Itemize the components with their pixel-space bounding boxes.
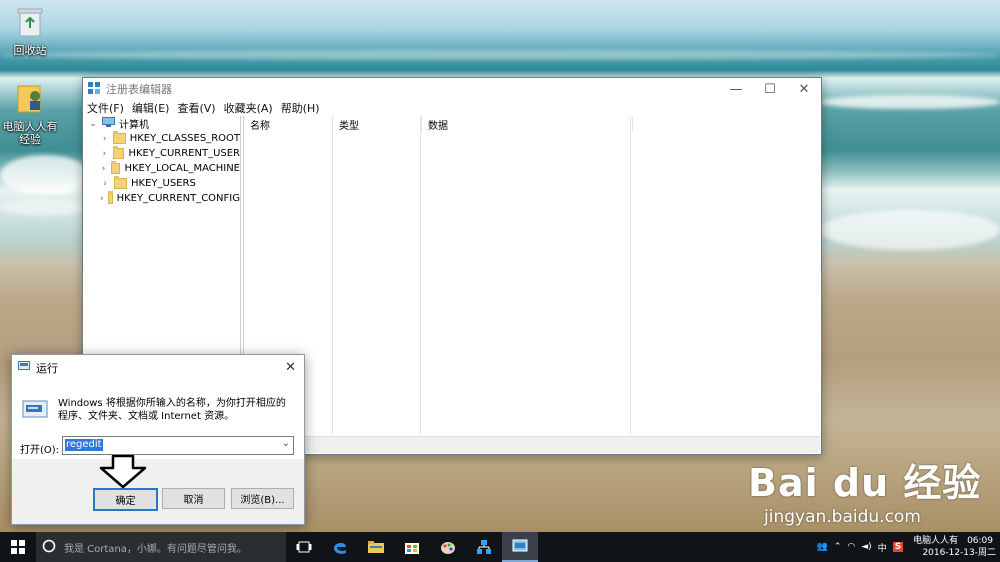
annotation-arrow-icon	[97, 454, 149, 492]
tree-root-label: 计算机	[119, 120, 149, 131]
watermark-url: jingyan.baidu.com	[764, 507, 921, 527]
menu-file[interactable]: 文件(F)	[87, 100, 124, 116]
menu-view[interactable]: 查看(V)	[177, 100, 215, 116]
tree-item-hku[interactable]: › HKEY_USERS	[84, 176, 240, 191]
list-header: 名称 类型 数据	[244, 116, 820, 132]
user-folder-shortcut[interactable]: 电脑人人有经验	[0, 82, 60, 146]
maximize-button[interactable]: ☐	[753, 78, 787, 100]
cortana-placeholder: 我是 Cortana，小娜。有问题尽管问我。	[64, 543, 247, 555]
expand-chevron-icon[interactable]: ›	[100, 149, 109, 159]
start-button[interactable]	[0, 532, 36, 562]
regedit-taskbar-button[interactable]	[502, 532, 538, 562]
run-large-icon	[22, 399, 48, 424]
column-divider	[332, 116, 333, 435]
clock-user: 电脑人人有	[913, 536, 959, 546]
windows-logo-icon	[11, 540, 25, 554]
tree-item-label: HKEY_CURRENT_CONFIG	[116, 193, 240, 204]
taskbar: 我是 Cortana，小娜。有问题尽管问我。 👥 ⌃ ◠ ◄) 中 S 电脑人人…	[0, 532, 1000, 562]
network-app-icon	[477, 540, 491, 554]
cortana-icon	[42, 539, 56, 556]
run-dialog: 运行 ✕ Windows 将根据你所输入的名称，为你打开相应的程序、文件夹、文档…	[11, 354, 305, 525]
registry-editor-titlebar[interactable]: 注册表编辑器 — ☐ ✕	[83, 78, 821, 100]
tree-item-label: HKEY_CLASSES_ROOT	[129, 133, 240, 144]
tree-item-label: HKEY_USERS	[131, 178, 196, 189]
registry-editor-title: 注册表编辑器	[106, 83, 172, 96]
run-description: Windows 将根据你所输入的名称，为你打开相应的程序、文件夹、文档或 Int…	[58, 398, 286, 422]
tree-item-hkcr[interactable]: › HKEY_CLASSES_ROOT	[84, 131, 240, 146]
system-tray: 👥 ⌃ ◠ ◄) 中 S 电脑人人有 06:09 2016-12-13-周二	[814, 532, 1000, 562]
column-name[interactable]: 名称	[244, 116, 333, 132]
file-explorer-icon	[368, 541, 384, 553]
people-icon[interactable]: 👥	[817, 542, 828, 552]
menu-edit[interactable]: 编辑(E)	[132, 100, 170, 116]
ime-language[interactable]: 中	[878, 541, 887, 554]
tree-item-label: HKEY_LOCAL_MACHINE	[124, 163, 240, 174]
tree-root-computer[interactable]: ⌄ 计算机	[84, 116, 240, 131]
values-list: 名称 类型 数据	[243, 116, 820, 453]
browse-button[interactable]: 浏览(B)...	[231, 488, 294, 509]
cancel-button[interactable]: 取消	[162, 488, 225, 509]
regedit-taskbar-icon	[512, 539, 528, 552]
folder-icon	[107, 191, 113, 204]
run-command-input[interactable]: regedit ⌄	[62, 436, 294, 455]
store-icon	[405, 543, 419, 554]
run-app-icon	[18, 361, 30, 375]
menu-favorites[interactable]: 收藏夹(A)	[224, 100, 273, 116]
task-view-icon	[296, 541, 312, 553]
folder-icon	[110, 161, 121, 174]
tree-item-hklm[interactable]: › HKEY_LOCAL_MACHINE	[84, 161, 240, 176]
paint-icon	[441, 542, 455, 554]
recycle-bin-shortcut[interactable]: 回收站	[0, 6, 60, 57]
clock-date: 2016-12-13-周二	[922, 548, 996, 558]
volume-icon[interactable]: ◄)	[861, 542, 871, 552]
tree-item-hkcc[interactable]: › HKEY_CURRENT_CONFIG	[84, 191, 240, 206]
sogou-ime-icon[interactable]: S	[892, 542, 904, 552]
run-dialog-title: 运行	[36, 362, 58, 375]
baidu-watermark: Bai du 经验 jingyan.baidu.com	[748, 452, 981, 527]
app-button[interactable]	[466, 532, 502, 562]
computer-icon	[102, 116, 115, 131]
open-label: 打开(O):	[20, 445, 60, 456]
minimize-button[interactable]: —	[719, 78, 753, 100]
folder-icon	[113, 131, 126, 144]
recycle-bin-label: 回收站	[13, 44, 47, 57]
clock-time: 06:09	[967, 536, 993, 546]
column-type[interactable]: 类型	[333, 116, 422, 132]
show-hidden-icons-chevron-icon[interactable]: ⌃	[834, 542, 842, 552]
task-view-button[interactable]	[286, 532, 322, 562]
run-command-value: regedit	[65, 439, 103, 451]
edge-button[interactable]	[322, 532, 358, 562]
expand-chevron-icon[interactable]: ›	[100, 179, 110, 189]
file-explorer-button[interactable]	[358, 532, 394, 562]
recycle-bin-icon	[0, 6, 60, 41]
expand-chevron-icon[interactable]: ›	[100, 134, 109, 144]
column-divider	[630, 116, 631, 435]
tree-item-hkcu[interactable]: › HKEY_CURRENT_USER	[84, 146, 240, 161]
wifi-icon[interactable]: ◠	[847, 542, 855, 552]
folder-icon	[112, 146, 125, 159]
expand-chevron-icon[interactable]: ›	[100, 194, 104, 204]
folder-icon	[114, 176, 127, 189]
regedit-app-icon	[88, 81, 100, 97]
user-folder-icon	[0, 82, 60, 117]
run-dialog-titlebar[interactable]: 运行 ✕	[12, 355, 304, 381]
clock[interactable]: 电脑人人有 06:09 2016-12-13-周二	[910, 535, 996, 559]
edge-icon	[334, 542, 346, 554]
run-close-button[interactable]: ✕	[285, 360, 296, 375]
horizontal-scrollbar[interactable]	[244, 436, 820, 453]
menu-bar: 文件(F) 编辑(E) 查看(V) 收藏夹(A) 帮助(H)	[83, 100, 821, 116]
close-button[interactable]: ✕	[787, 78, 821, 100]
store-button[interactable]	[394, 532, 430, 562]
column-divider	[420, 116, 421, 435]
collapse-chevron-icon[interactable]: ⌄	[88, 119, 98, 129]
menu-help[interactable]: 帮助(H)	[281, 100, 320, 116]
column-data[interactable]: 数据	[422, 116, 633, 132]
cortana-search-box[interactable]: 我是 Cortana，小娜。有问题尽管问我。	[36, 532, 286, 562]
tree-item-label: HKEY_CURRENT_USER	[128, 148, 240, 159]
dropdown-chevron-icon[interactable]: ⌄	[282, 438, 290, 449]
user-folder-label: 电脑人人有经验	[2, 120, 58, 146]
watermark-logo: Bai du 经验	[748, 461, 982, 505]
paint-button[interactable]	[430, 532, 466, 562]
expand-chevron-icon[interactable]: ›	[100, 164, 107, 174]
